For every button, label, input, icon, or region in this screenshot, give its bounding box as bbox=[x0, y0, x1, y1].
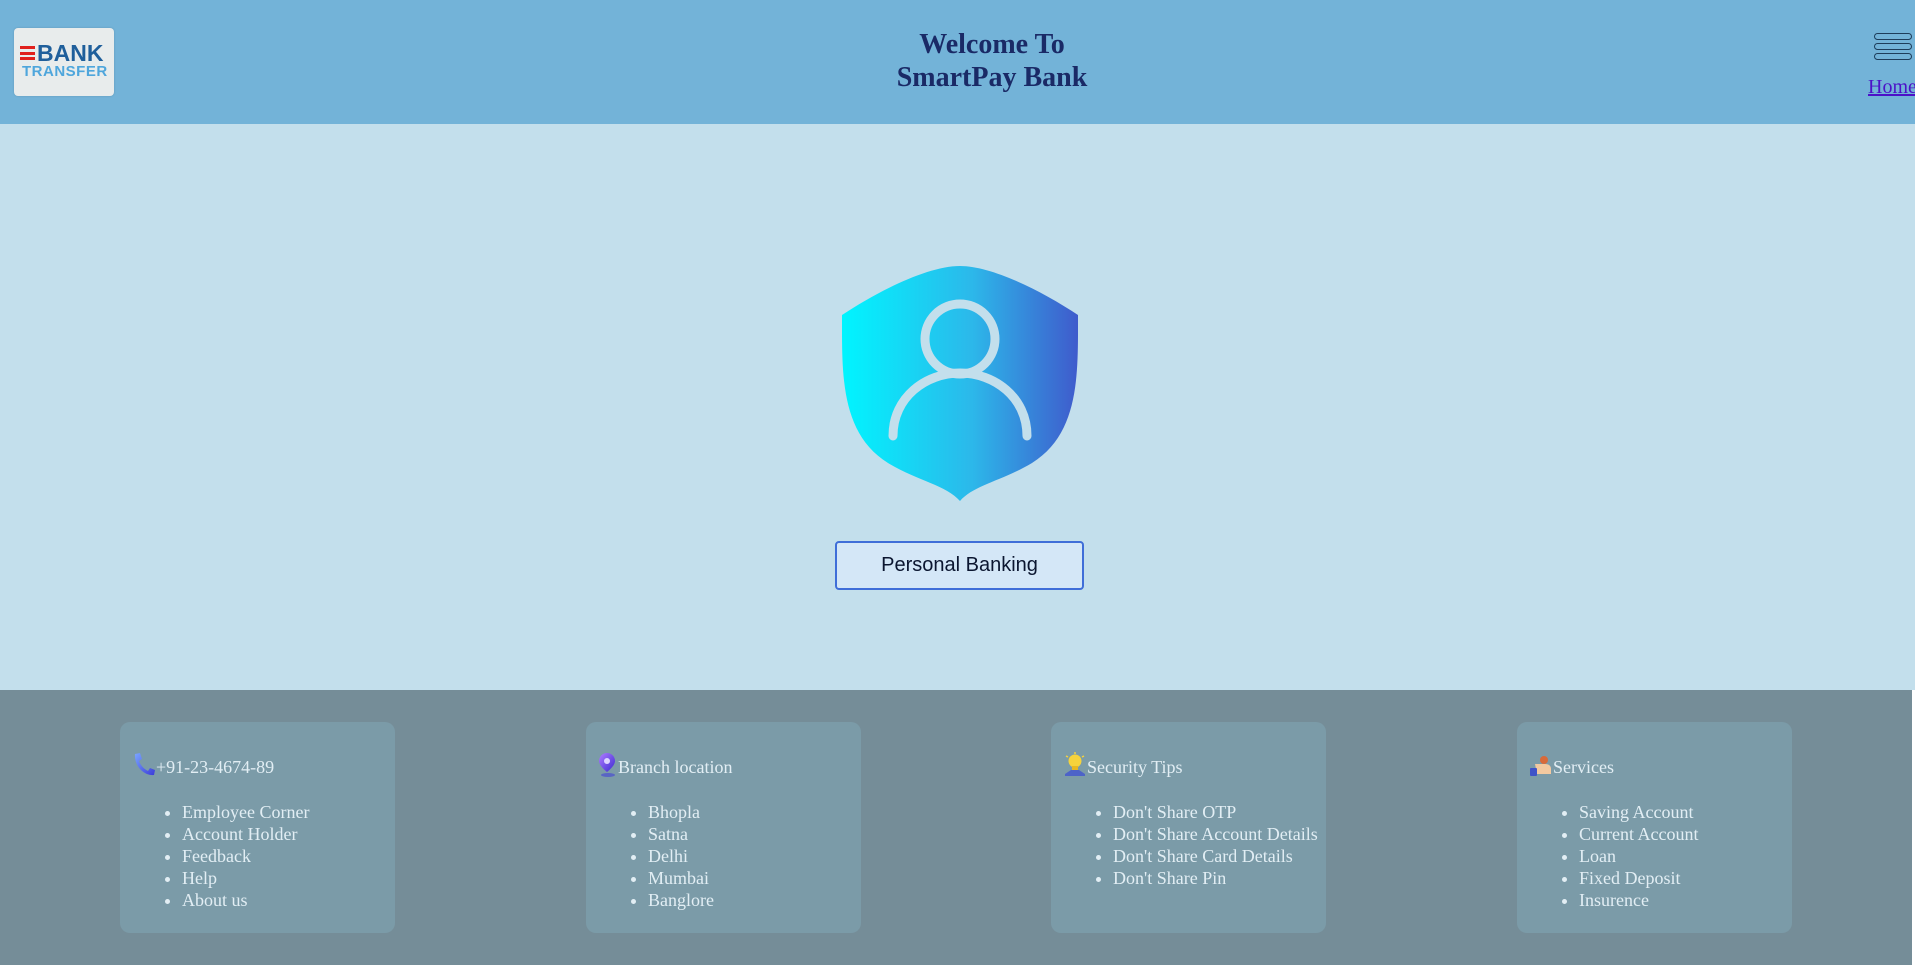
footer-list-item[interactable]: Don't Share Card Details bbox=[1113, 845, 1321, 867]
footer: +91-23-4674-89 Employee Corner Account H… bbox=[0, 690, 1912, 965]
footer-card-heading-text: Services bbox=[1553, 757, 1614, 777]
footer-card-security: Security Tips Don't Share OTP Don't Shar… bbox=[1051, 722, 1326, 933]
phone-icon bbox=[134, 753, 155, 776]
main-content: Personal Banking bbox=[0, 124, 1915, 690]
home-link[interactable]: Home bbox=[1868, 76, 1915, 99]
footer-list-item[interactable]: Bhopla bbox=[648, 801, 856, 823]
footer-list: Don't Share OTP Don't Share Account Deta… bbox=[1051, 801, 1321, 889]
footer-list-item[interactable]: Don't Share OTP bbox=[1113, 801, 1321, 823]
lightbulb-icon bbox=[1065, 752, 1085, 776]
footer-list-item[interactable]: Account Holder bbox=[182, 823, 390, 845]
footer-list: Saving Account Current Account Loan Fixe… bbox=[1517, 801, 1787, 911]
footer-list-item[interactable]: About us bbox=[182, 889, 390, 911]
footer-list-item[interactable]: Fixed Deposit bbox=[1579, 867, 1787, 889]
footer-list-item[interactable]: Saving Account bbox=[1579, 801, 1787, 823]
footer-card-heading-text: Branch location bbox=[618, 757, 733, 777]
footer-card-heading: Branch location bbox=[598, 752, 732, 778]
page-title-line1: Welcome To bbox=[919, 29, 1065, 60]
footer-list-item[interactable]: Loan bbox=[1579, 845, 1787, 867]
header: BANK TRANSFER Welcome To SmartPay Bank H… bbox=[0, 0, 1915, 124]
footer-list-item[interactable]: Delhi bbox=[648, 845, 856, 867]
footer-card-heading-text: +91-23-4674-89 bbox=[156, 757, 275, 777]
hamburger-menu-icon[interactable] bbox=[1874, 33, 1912, 69]
footer-card-heading: +91-23-4674-89 bbox=[132, 752, 274, 778]
footer-list-item[interactable]: Help bbox=[182, 867, 390, 889]
page-title-line2: SmartPay Bank bbox=[896, 62, 1088, 93]
footer-list-item[interactable]: Current Account bbox=[1579, 823, 1787, 845]
footer-card-services: Services Saving Account Current Account … bbox=[1517, 722, 1792, 933]
footer-list-item[interactable]: Mumbai bbox=[648, 867, 856, 889]
footer-card-heading: Services bbox=[1529, 752, 1614, 778]
user-shield-icon bbox=[842, 266, 1078, 501]
footer-list: Bhopla Satna Delhi Mumbai Banglore bbox=[586, 801, 856, 911]
footer-list: Employee Corner Account Holder Feedback … bbox=[120, 801, 390, 911]
footer-list-item[interactable]: Employee Corner bbox=[182, 801, 390, 823]
page-title: Welcome To SmartPay Bank bbox=[0, 28, 1915, 94]
services-hand-icon bbox=[1530, 756, 1551, 776]
footer-list-item[interactable]: Don't Share Account Details bbox=[1113, 823, 1321, 845]
footer-list-item[interactable]: Banglore bbox=[648, 889, 856, 911]
footer-list-item[interactable]: Feedback bbox=[182, 845, 390, 867]
footer-list-item[interactable]: Satna bbox=[648, 823, 856, 845]
location-pin-icon bbox=[599, 753, 615, 777]
footer-list-item[interactable]: Insurence bbox=[1579, 889, 1787, 911]
personal-banking-button[interactable]: Personal Banking bbox=[835, 541, 1084, 590]
footer-card-branch: Branch location Bhopla Satna Delhi Mumba… bbox=[586, 722, 861, 933]
footer-list-item[interactable]: Don't Share Pin bbox=[1113, 867, 1321, 889]
footer-card-heading-text: Security Tips bbox=[1087, 757, 1183, 777]
footer-card-heading: Security Tips bbox=[1063, 752, 1183, 778]
footer-card-contact: +91-23-4674-89 Employee Corner Account H… bbox=[120, 722, 395, 933]
